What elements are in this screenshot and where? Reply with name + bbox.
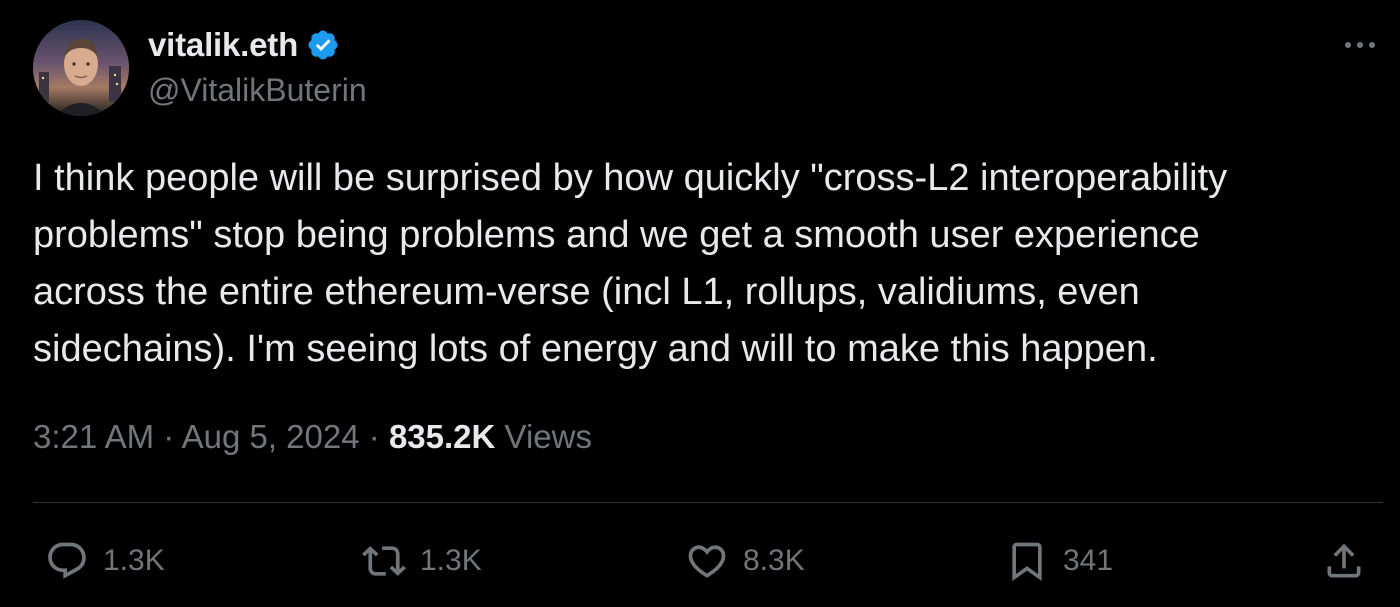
views-label: Views <box>504 418 592 455</box>
bookmark-icon <box>1005 539 1049 583</box>
bookmark-count: 341 <box>1063 544 1114 577</box>
like-count: 8.3K <box>743 544 805 577</box>
share-icon <box>1322 539 1366 583</box>
meta-separator: · <box>163 418 182 455</box>
share-button[interactable] <box>1322 536 1366 586</box>
avatar-image <box>33 20 129 116</box>
author-name-row: vitalik.eth <box>148 24 340 66</box>
meta-separator: · <box>368 418 389 455</box>
reply-icon <box>45 539 89 583</box>
tweet-text-line: problems" stop being problems and we get… <box>33 214 1200 256</box>
tweet: vitalik.eth @VitalikButerin I think peop… <box>0 0 1400 607</box>
verified-badge-icon[interactable] <box>306 28 340 62</box>
like-button[interactable]: 8.3K <box>685 536 805 586</box>
tweet-time[interactable]: 3:21 AM <box>33 418 154 455</box>
author-handle[interactable]: @VitalikButerin <box>148 72 367 109</box>
bookmark-button[interactable]: 341 <box>1005 536 1113 586</box>
views-count: 835.2K <box>388 418 505 455</box>
tweet-text-line: I think people will be surprised by how … <box>33 157 1228 199</box>
repost-icon <box>362 539 406 583</box>
more-options-icon[interactable] <box>1340 30 1380 60</box>
divider <box>33 502 1383 503</box>
tweet-text-line: across the entire ethereum-verse (incl L… <box>33 271 1140 313</box>
tweet-text: I think people will be surprised by how … <box>33 150 1378 378</box>
repost-button[interactable]: 1.3K <box>362 536 482 586</box>
avatar[interactable] <box>33 20 129 116</box>
repost-count: 1.3K <box>420 544 482 577</box>
tweet-text-line: sidechains). I'm seeing lots of energy a… <box>33 328 1158 370</box>
reply-button[interactable]: 1.3K <box>45 536 165 586</box>
author-display-name[interactable]: vitalik.eth <box>148 26 298 64</box>
heart-icon <box>685 539 729 583</box>
tweet-date[interactable]: Aug 5, 2024 <box>182 418 360 455</box>
tweet-meta: 3:21 AM · Aug 5, 2024 · 835.2K Views <box>33 418 592 456</box>
reply-count: 1.3K <box>103 544 165 577</box>
